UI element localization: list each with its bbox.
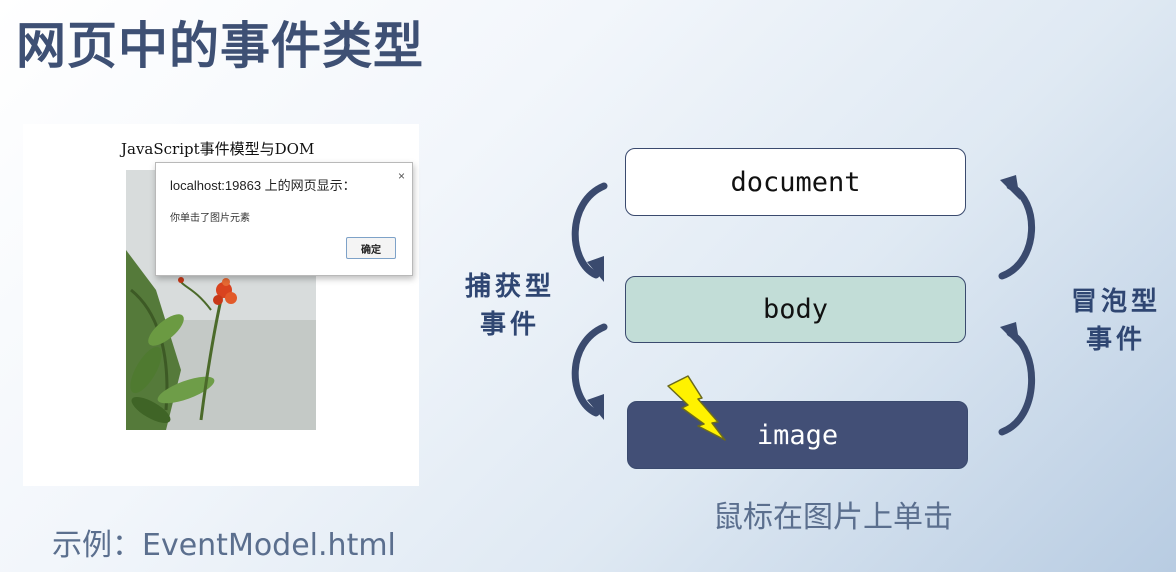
click-caption: 鼠标在图片上单击 <box>713 500 953 535</box>
capture-label-line2: 事件 <box>479 310 540 340</box>
lightning-icon <box>667 375 726 441</box>
capture-event-label: 捕获型 事件 <box>458 268 562 344</box>
bubble-label-line1: 冒泡型 <box>1070 287 1161 317</box>
bubble-event-label: 冒泡型 事件 <box>1064 283 1168 359</box>
capture-label-line1: 捕获型 <box>464 272 555 302</box>
bubble-label-line2: 事件 <box>1085 325 1146 355</box>
